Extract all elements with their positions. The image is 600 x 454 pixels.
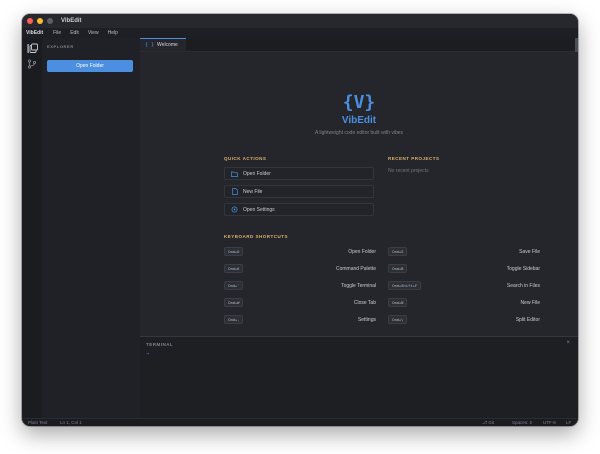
shortcut-key: Cmd+S: [388, 247, 408, 256]
shortcut-label: Toggle Terminal: [341, 282, 376, 289]
shortcut-row: Cmd+O Open Folder: [224, 247, 376, 256]
shortcut-key: Cmd+\: [388, 315, 408, 324]
shortcut-row: Cmd+Shift+F Search in Files: [388, 281, 540, 290]
shortcut-key: Cmd+N: [388, 298, 408, 307]
quick-actions-title: QUICK ACTIONS: [224, 156, 267, 161]
shortcut-key: Cmd+,: [224, 315, 244, 324]
status-bar: Plain Text Ln 1, Col 1 ⎇ Git Spaces: 2 U…: [22, 418, 578, 426]
shortcut-label: Search in Files: [506, 282, 540, 289]
quick-open-settings-label: Open Settings: [243, 206, 275, 213]
status-encoding[interactable]: UTF-8: [543, 420, 556, 425]
quick-open-folder-label: Open Folder: [243, 170, 271, 177]
shortcut-key: Cmd+O: [224, 247, 244, 256]
tab-strip: { } Welcome: [140, 38, 578, 52]
shortcut-row: Cmd+` Toggle Terminal: [224, 281, 376, 290]
shortcut-label: Open Folder: [348, 248, 376, 255]
maximize-window-button[interactable]: [47, 18, 53, 24]
window-controls: [27, 18, 53, 24]
git-branch-icon[interactable]: [26, 58, 38, 70]
shortcut-key: Cmd+W: [224, 298, 244, 307]
close-terminal-icon[interactable]: ×: [566, 340, 570, 346]
open-folder-button[interactable]: Open Folder: [47, 60, 133, 72]
quick-new-file-button[interactable]: New File: [224, 185, 374, 198]
menu-view[interactable]: View: [88, 30, 99, 36]
menu-file[interactable]: File: [53, 30, 61, 36]
shortcut-row: Cmd+B Toggle Sidebar: [388, 264, 540, 273]
menu-edit[interactable]: Edit: [70, 30, 79, 36]
app-window: VibEdit VibEdit File Edit View Help EXPL…: [22, 14, 578, 426]
no-recent-projects: No recent projects: [388, 168, 429, 174]
app-name-heading: VibEdit: [341, 115, 377, 126]
gear-icon: [231, 206, 238, 213]
shortcut-label: Close Tab: [353, 299, 376, 306]
menu-bar: VibEdit File Edit View Help: [22, 28, 578, 38]
window-title: VibEdit: [61, 18, 82, 24]
status-git-branch[interactable]: ⎇ Git: [482, 420, 494, 426]
tab-welcome-label: Welcome: [157, 42, 178, 48]
shortcut-row: Cmd+S Save File: [388, 247, 540, 256]
status-cursor-position[interactable]: Ln 1, Col 1: [60, 420, 82, 425]
shortcut-row: Cmd+K Command Palette: [224, 264, 376, 273]
shortcut-row: Cmd+\ Split Editor: [388, 315, 540, 324]
shortcut-key: Cmd+B: [388, 264, 408, 273]
file-icon: [231, 188, 238, 195]
files-icon[interactable]: [26, 42, 38, 54]
shortcut-key: Cmd+`: [224, 281, 244, 290]
activity-bar: [22, 38, 43, 418]
sidebar: EXPLORER Open Folder: [42, 38, 141, 418]
braces-icon: { }: [145, 42, 155, 48]
scrollbar[interactable]: [575, 38, 578, 52]
tab-welcome[interactable]: { } Welcome: [140, 38, 186, 51]
shortcut-label: New File: [520, 299, 540, 306]
status-language[interactable]: Plain Text: [28, 420, 47, 425]
terminal-panel: TERMINAL × →: [140, 336, 578, 419]
recent-projects-title: RECENT PROJECTS: [388, 156, 440, 161]
shortcut-key: Cmd+Shift+F: [388, 281, 422, 290]
menu-app-name[interactable]: VibEdit: [26, 30, 43, 36]
menu-help[interactable]: Help: [108, 30, 118, 36]
keyboard-shortcuts-title: KEYBOARD SHORTCUTS: [224, 234, 289, 239]
shortcut-label: Settings: [357, 316, 376, 323]
quick-open-settings-button[interactable]: Open Settings: [224, 203, 374, 216]
welcome-page: {V} VibEdit A lightweight code editor bu…: [140, 52, 578, 336]
quick-open-folder-button[interactable]: Open Folder: [224, 167, 374, 180]
shortcut-key: Cmd+K: [224, 264, 244, 273]
folder-icon: [231, 170, 238, 177]
shortcut-label: Command Palette: [335, 265, 376, 272]
shortcut-label: Toggle Sidebar: [506, 265, 540, 272]
close-window-button[interactable]: [27, 18, 33, 24]
explorer-title: EXPLORER: [47, 44, 74, 49]
terminal-prompt[interactable]: →: [146, 351, 149, 357]
shortcut-row: Cmd+W Close Tab: [224, 298, 376, 307]
minimize-window-button[interactable]: [37, 18, 43, 24]
quick-new-file-label: New File: [243, 188, 263, 195]
shortcut-label: Split Editor: [515, 316, 540, 323]
title-bar: VibEdit: [22, 14, 578, 28]
terminal-title: TERMINAL: [146, 342, 174, 347]
tagline: A lightweight code editor built with vib…: [314, 130, 404, 136]
shortcut-row: Cmd+, Settings: [224, 315, 376, 324]
logo: {V}: [342, 92, 376, 113]
status-eol[interactable]: LF: [566, 420, 571, 425]
shortcut-row: Cmd+N New File: [388, 298, 540, 307]
status-indentation[interactable]: Spaces: 2: [512, 420, 532, 425]
shortcut-label: Save File: [519, 248, 540, 255]
